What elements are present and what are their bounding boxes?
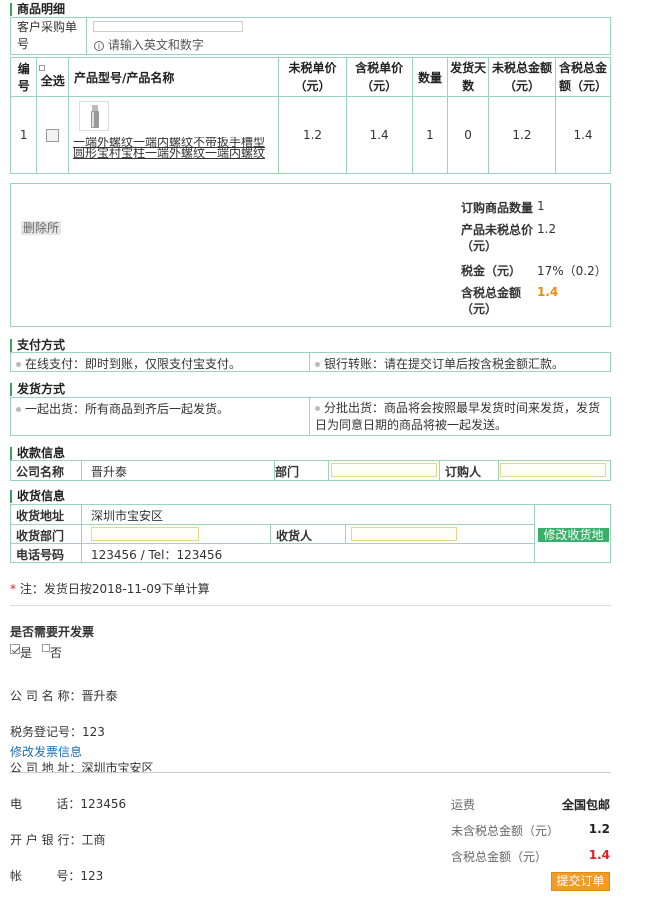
order-qty-label: 订购商品数量 [461, 201, 534, 215]
ship-dept-label: 收货部门 [11, 525, 82, 544]
product-table: 编号 全选 产品型号/产品名称 未税单价（元） 含税单价（元） 数量 发货天数 … [9, 57, 611, 174]
row-checkbox[interactable] [46, 129, 60, 142]
company-label: 公司名称 [11, 461, 82, 480]
billing-row: 公司名称 晋升泰 部门 订购人 [10, 460, 611, 481]
invoice-yes-label: 是 [20, 646, 33, 660]
inc-tax-total-label: 含税总金额（元） [461, 286, 522, 316]
col-quantity: 数量 [411, 57, 449, 97]
col-select-all[interactable]: 全选 [36, 57, 69, 97]
select-all-label: 全选 [40, 74, 65, 88]
invoice-phone: 电 话：123456 [10, 797, 127, 811]
billing-section-title: 收款信息 [10, 447, 65, 460]
customer-po-hint: 请输入英文和数字 [107, 38, 204, 52]
col-total-inc-tax: 含税总金额（元） [555, 57, 611, 97]
table-row: 1 一端外螺纹一端内螺纹不带扳手槽型圆形宝村宝柱一端外螺纹一端内螺纹不带扳手槽型… [9, 96, 611, 174]
radio-icon [315, 362, 320, 367]
customer-po-label: 客户采购单号 [17, 20, 78, 51]
orderer-label: 订购人 [439, 461, 499, 480]
inc-tax-total-value: 1.4 [537, 285, 559, 299]
edit-invoice-link[interactable]: 修改发票信息 [10, 743, 82, 760]
customer-po-input[interactable] [93, 21, 243, 32]
ex-tax-total-label: 产品未税总价（元） [461, 223, 534, 253]
col-index: 编号 [9, 57, 38, 97]
delivery-split-option[interactable]: 分批出货：商品将会按照最早发货时间来发货，发货日为同意日期的商品将被一起发送。 [310, 398, 610, 435]
info-icon: i [94, 40, 104, 51]
radio-icon [16, 362, 21, 367]
ex-tax-amount-label: 未含税总金额（元） [451, 824, 560, 838]
shipping-box: 收货地址 深圳市宝安区 收货部门 收货人 电话号码 123456 / Tel：1… [10, 504, 611, 563]
row-quantity: 1 [411, 96, 449, 174]
invoice-bank: 开 户 银 行：工商 [10, 833, 106, 847]
receiver-input[interactable] [351, 527, 457, 541]
row-index: 1 [9, 96, 38, 174]
dept-input[interactable] [331, 463, 437, 477]
payment-section-title: 支付方式 [10, 339, 65, 352]
divider [10, 605, 611, 606]
row-unit-price-inc-tax: 1.4 [345, 96, 413, 174]
dept-label: 部门 [275, 461, 329, 480]
invoice-no-label: 否 [49, 646, 62, 660]
product-section-title: 商品明细 [10, 3, 65, 16]
submit-order-button[interactable]: 提交订单 [551, 872, 610, 891]
ship-date-note: * 注：发货日按2018-11-09下单计算 [10, 580, 210, 597]
invoice-details: 公 司 名 称：晋升泰 税务登记号：123 公 司 地 址：深圳市宝安区 电 话… [10, 666, 153, 894]
product-table-header: 编号 全选 产品型号/产品名称 未税单价（元） 含税单价（元） 数量 发货天数 … [9, 57, 611, 97]
inc-tax-amount-value: 1.4 [588, 848, 610, 862]
phone-value: 123456 / Tel：123456 [82, 544, 535, 562]
delivery-options: 一起出货：所有商品到齐后一起发货。 分批出货：商品将会按照最早发货时间来发货，发… [10, 397, 611, 436]
product-name-link[interactable]: 一端外螺纹一端内螺纹不带扳手槽型圆形宝村宝柱一端外螺纹一端内螺纹不带扳手槽型 [73, 137, 275, 159]
edit-address-button[interactable]: 修改收货地 [538, 528, 609, 542]
ship-dept-input[interactable] [91, 527, 199, 541]
order-summary-box: 删除所 订购商品数量 1 产品未税总价（元） 1.2 税金（元） 17%（0.2… [10, 183, 611, 327]
ex-tax-total-value: 1.2 [537, 222, 557, 236]
tax-label: 税金（元） [461, 264, 522, 278]
phone-label: 电话号码 [11, 544, 82, 562]
note-star: * [10, 582, 16, 596]
invoice-yes-checkbox[interactable] [10, 644, 20, 654]
col-unit-price-ex-tax: 未税单价（元） [278, 57, 347, 97]
divider [10, 772, 611, 773]
address-value: 深圳市宝安区 [82, 505, 535, 525]
invoice-choice: 是 否 [10, 644, 62, 661]
invoice-company: 公 司 名 称：晋升泰 [10, 689, 118, 703]
col-total-ex-tax: 未税总金额（元） [487, 57, 557, 97]
invoice-account: 帐 号：123 [10, 869, 104, 883]
col-unit-price-inc-tax: 含税单价（元） [345, 57, 413, 97]
ex-tax-amount-value: 1.2 [588, 822, 610, 836]
product-image-icon [90, 105, 99, 128]
address-label: 收货地址 [11, 505, 82, 525]
select-all-checkbox[interactable] [39, 65, 46, 71]
inc-tax-amount-label: 含税总金额（元） [451, 850, 548, 864]
invoice-no-checkbox[interactable] [41, 644, 50, 652]
radio-icon [16, 407, 21, 412]
payment-options: 在线支付：即时到账，仅限支付宝支付。 银行转账：请在提交订单后按含税金额汇款。 [10, 352, 611, 372]
radio-icon [315, 406, 320, 411]
payment-online-option[interactable]: 在线支付：即时到账，仅限支付宝支付。 [11, 353, 310, 371]
col-model-name: 产品型号/产品名称 [67, 57, 280, 97]
customer-po-box: 客户采购单号 i 请输入英文和数字 [10, 17, 611, 55]
delete-selected-button[interactable]: 删除所 [21, 221, 62, 235]
row-total-inc-tax: 1.4 [555, 96, 611, 174]
delivery-section-title: 发货方式 [10, 383, 65, 396]
row-unit-price-ex-tax: 1.2 [278, 96, 347, 174]
note-text: 注：发货日按2018-11-09下单计算 [19, 582, 210, 596]
receiver-label: 收货人 [270, 525, 346, 544]
col-ship-days: 发货天数 [447, 57, 489, 97]
tax-value: 17%（0.2） [537, 264, 607, 278]
order-qty-value: 1 [537, 199, 545, 213]
orderer-input[interactable] [500, 463, 606, 477]
product-thumbnail[interactable] [78, 101, 109, 131]
row-total-ex-tax: 1.2 [487, 96, 557, 174]
invoice-tax-no: 税务登记号：123 [10, 725, 105, 739]
row-ship-days: 0 [447, 96, 489, 174]
shipping-fee-value: 全国包邮 [561, 798, 610, 812]
shipping-section-title: 收货信息 [10, 490, 65, 503]
delivery-together-option[interactable]: 一起出货：所有商品到齐后一起发货。 [11, 398, 310, 435]
payment-bank-option[interactable]: 银行转账：请在提交订单后按含税金额汇款。 [310, 353, 610, 371]
company-value: 晋升泰 [82, 461, 275, 480]
invoice-section-title: 是否需要开发票 [10, 625, 95, 639]
